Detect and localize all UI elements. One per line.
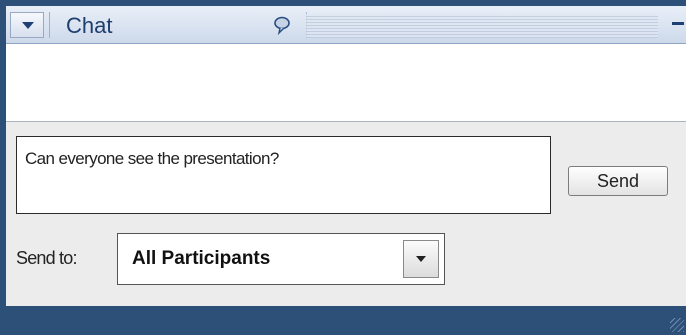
resize-grip-icon[interactable] (670, 318, 684, 332)
send-to-select[interactable]: All Participants (117, 233, 445, 285)
send-to-selected-value: All Participants (132, 248, 271, 269)
triangle-down-icon (22, 22, 34, 29)
collapse-button[interactable] (10, 12, 44, 38)
message-input[interactable]: Can everyone see the presentation? (16, 136, 551, 214)
chat-window: Chat Can everyone see the presentation? … (0, 0, 686, 335)
drag-handle[interactable] (306, 14, 658, 38)
send-to-label: Send to: (16, 248, 77, 268)
send-button[interactable]: Send (568, 166, 668, 196)
chevron-down-icon (416, 256, 426, 262)
window-title: Chat (66, 13, 113, 38)
minimize-icon[interactable] (672, 22, 684, 25)
title-bar: Chat (6, 6, 686, 44)
status-bar (6, 306, 686, 335)
speech-bubble-icon (274, 16, 290, 36)
chat-panel: Chat Can everyone see the presentation? … (6, 6, 686, 335)
dropdown-button[interactable] (403, 240, 439, 278)
title-divider (49, 12, 50, 38)
chat-messages-area[interactable] (6, 44, 686, 122)
